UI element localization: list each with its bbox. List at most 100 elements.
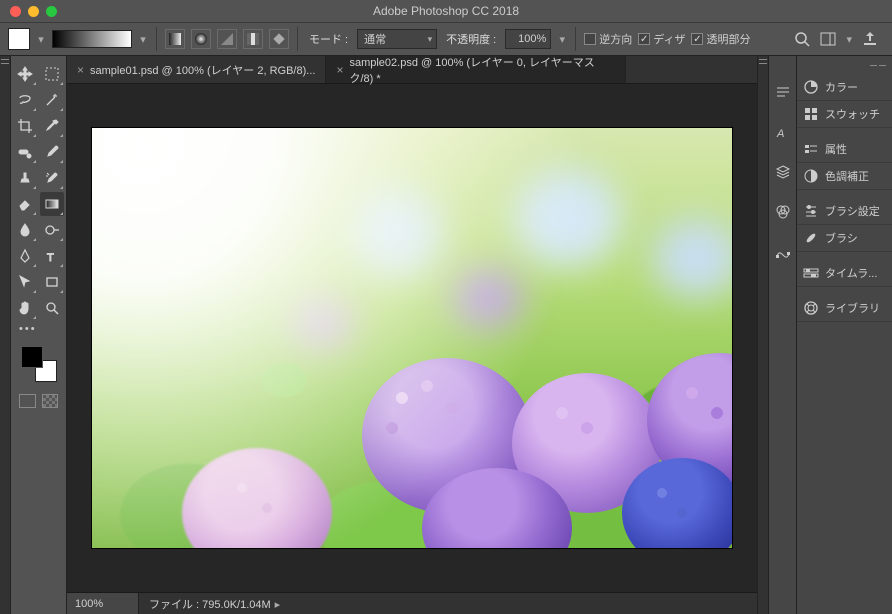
right-gutter[interactable] bbox=[757, 56, 768, 614]
foreground-background-color[interactable] bbox=[19, 344, 59, 384]
magic-wand-tool[interactable] bbox=[40, 88, 64, 112]
panel-label: 属性 bbox=[825, 141, 847, 157]
move-tool[interactable] bbox=[13, 62, 37, 86]
pen-tool[interactable] bbox=[13, 244, 37, 268]
crop-tool[interactable] bbox=[13, 114, 37, 138]
panel-label: ブラシ設定 bbox=[825, 203, 880, 219]
brushes-panel-tab[interactable]: ブラシ bbox=[797, 225, 892, 252]
panel-label: ライブラリ bbox=[825, 300, 880, 316]
opacity-dropdown-icon[interactable]: ▾ bbox=[557, 30, 567, 48]
linear-gradient-icon[interactable] bbox=[165, 29, 185, 49]
separator bbox=[575, 27, 576, 51]
document-tab[interactable]: × sample01.psd @ 100% (レイヤー 2, RGB/8)... bbox=[67, 56, 326, 83]
toolbox: T ••• bbox=[11, 56, 67, 614]
transparency-label: 透明部分 bbox=[706, 31, 750, 47]
paragraph-panel-icon[interactable] bbox=[775, 84, 791, 100]
radial-gradient-icon[interactable] bbox=[191, 29, 211, 49]
workspace: × sample01.psd @ 100% (レイヤー 2, RGB/8)...… bbox=[67, 56, 757, 614]
clone-stamp-tool[interactable] bbox=[13, 166, 37, 190]
zoom-value: 100% bbox=[75, 598, 103, 610]
tool-preset-picker[interactable] bbox=[8, 28, 30, 50]
opacity-label: 不透明度 : bbox=[446, 31, 496, 47]
panel-label: スウォッチ bbox=[825, 106, 880, 122]
status-bar: 100% ファイル : 795.0K/1.04M ▸ bbox=[67, 592, 757, 614]
gradient-dropdown-icon[interactable]: ▾ bbox=[138, 30, 148, 48]
panel-label: ブラシ bbox=[825, 230, 858, 246]
close-tab-icon[interactable]: × bbox=[336, 63, 343, 77]
reverse-label: 逆方向 bbox=[599, 31, 632, 47]
mode-label: モード : bbox=[309, 31, 348, 47]
dodge-tool[interactable] bbox=[40, 218, 64, 242]
dither-checkbox[interactable]: ディザ bbox=[638, 31, 685, 47]
angle-gradient-icon[interactable] bbox=[217, 29, 237, 49]
document-tab[interactable]: × sample02.psd @ 100% (レイヤー 0, レイヤーマスク/8… bbox=[326, 56, 626, 83]
libraries-panel-tab[interactable]: ライブラリ bbox=[797, 295, 892, 322]
opacity-input[interactable]: 100% bbox=[505, 29, 551, 49]
close-tab-icon[interactable]: × bbox=[77, 63, 84, 77]
brush-tool[interactable] bbox=[40, 140, 64, 164]
transparency-checkbox[interactable]: 透明部分 bbox=[691, 31, 750, 47]
reflected-gradient-icon[interactable] bbox=[243, 29, 263, 49]
panel-label: 色調補正 bbox=[825, 168, 869, 184]
rectangle-tool[interactable] bbox=[40, 270, 64, 294]
character-panel-icon[interactable]: A bbox=[775, 124, 791, 140]
paths-panel-icon[interactable] bbox=[775, 244, 791, 260]
share-icon[interactable] bbox=[862, 31, 878, 47]
minimize-window-button[interactable] bbox=[28, 6, 39, 17]
foreground-color-swatch[interactable] bbox=[21, 346, 43, 368]
panel-label: カラー bbox=[825, 79, 858, 95]
hand-tool[interactable] bbox=[13, 296, 37, 320]
swatches-panel-tab[interactable]: スウォッチ bbox=[797, 101, 892, 128]
document-info[interactable]: ファイル : 795.0K/1.04M ▸ bbox=[139, 596, 290, 612]
main-area: T ••• × sample01.psd @ 100% (レイヤー 2, RGB… bbox=[0, 56, 892, 614]
type-tool[interactable]: T bbox=[40, 244, 64, 268]
canvas-area[interactable] bbox=[67, 84, 757, 592]
search-icon[interactable] bbox=[794, 31, 810, 47]
zoom-tool[interactable] bbox=[40, 296, 64, 320]
reverse-checkbox[interactable]: 逆方向 bbox=[584, 31, 632, 47]
properties-panel-tab[interactable]: 属性 bbox=[797, 136, 892, 163]
edit-toolbar-button[interactable]: ••• bbox=[13, 320, 64, 338]
blend-mode-select[interactable]: 通常 bbox=[357, 29, 437, 49]
quickmask-mode-icon[interactable] bbox=[42, 394, 59, 408]
separator bbox=[297, 27, 298, 51]
title-bar: Adobe Photoshop CC 2018 bbox=[0, 0, 892, 22]
opacity-value: 100% bbox=[518, 33, 546, 45]
dither-label: ディザ bbox=[653, 31, 685, 47]
eraser-tool[interactable] bbox=[13, 192, 37, 216]
marquee-tool[interactable] bbox=[40, 62, 64, 86]
eyedropper-tool[interactable] bbox=[40, 114, 64, 138]
timeline-panel-tab[interactable]: タイムラ... bbox=[797, 260, 892, 287]
canvas[interactable] bbox=[92, 128, 732, 548]
panel-label: タイムラ... bbox=[825, 265, 877, 281]
workspace-icon[interactable] bbox=[820, 31, 836, 47]
options-bar: ▾ ▾ モード : 通常 不透明度 : 100% ▾ 逆方向 ディザ 透明部分 … bbox=[0, 22, 892, 56]
diamond-gradient-icon[interactable] bbox=[269, 29, 289, 49]
channels-panel-icon[interactable] bbox=[775, 204, 791, 220]
close-window-button[interactable] bbox=[10, 6, 21, 17]
adjustments-panel-tab[interactable]: 色調補正 bbox=[797, 163, 892, 190]
maximize-window-button[interactable] bbox=[46, 6, 57, 17]
svg-text:A: A bbox=[776, 128, 784, 140]
svg-text:T: T bbox=[47, 252, 54, 264]
zoom-level-input[interactable]: 100% bbox=[67, 593, 139, 614]
blend-mode-value: 通常 bbox=[364, 31, 386, 47]
collapsed-panel-dock: A bbox=[768, 56, 796, 614]
tool-preset-dropdown-icon[interactable]: ▾ bbox=[36, 30, 46, 48]
spot-heal-tool[interactable] bbox=[13, 140, 37, 164]
layers-panel-icon[interactable] bbox=[775, 164, 791, 180]
brush-settings-panel-tab[interactable]: ブラシ設定 bbox=[797, 198, 892, 225]
panel-dock: カラー スウォッチ 属性 色調補正 ブラシ設定 ブラシ タイムラ... ライブラ… bbox=[796, 56, 892, 614]
left-gutter[interactable] bbox=[0, 56, 11, 614]
color-panel-tab[interactable]: カラー bbox=[797, 74, 892, 101]
workspace-dropdown-icon[interactable]: ▾ bbox=[846, 33, 852, 46]
lasso-tool[interactable] bbox=[13, 88, 37, 112]
info-dropdown-icon[interactable]: ▸ bbox=[275, 599, 281, 611]
standard-mode-icon[interactable] bbox=[19, 394, 36, 408]
gradient-tool[interactable] bbox=[40, 192, 64, 216]
gradient-picker[interactable] bbox=[52, 30, 132, 48]
document-info-text: ファイル : 795.0K/1.04M bbox=[149, 599, 271, 611]
blur-tool[interactable] bbox=[13, 218, 37, 242]
path-select-tool[interactable] bbox=[13, 270, 37, 294]
history-brush-tool[interactable] bbox=[40, 166, 64, 190]
